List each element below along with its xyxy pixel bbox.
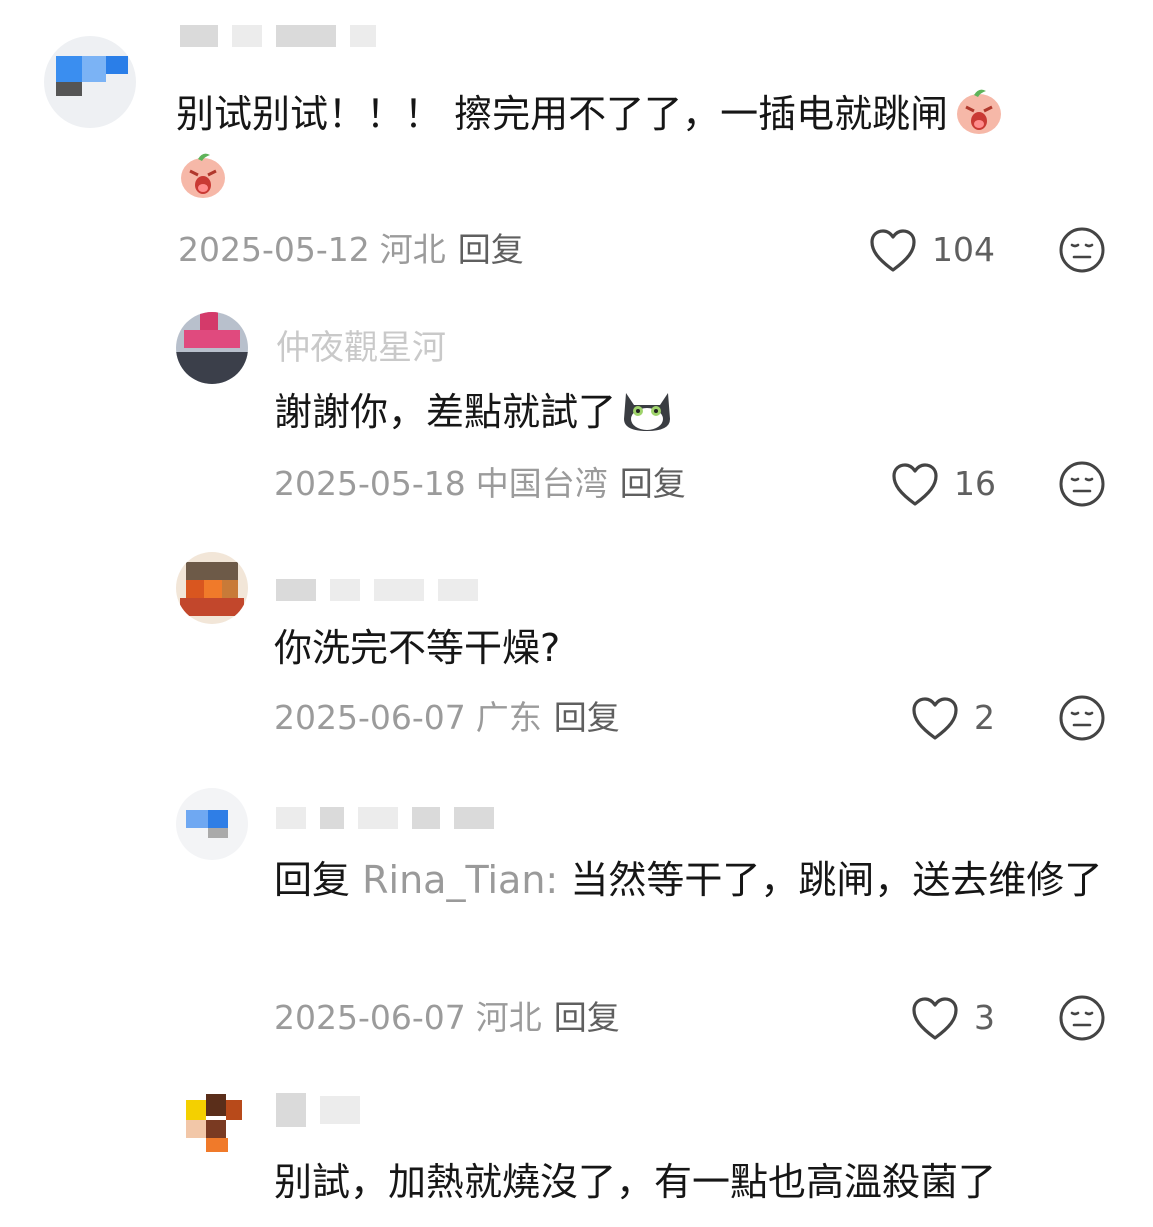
comment-text: 别试别试！！！ 擦完用不了了，一插电就跳闸 [176, 82, 1106, 210]
avatar[interactable] [176, 312, 248, 384]
comment-region: 河北 [475, 998, 542, 1037]
heart-outline-icon [912, 697, 958, 740]
reply-button[interactable]: 回复 [458, 230, 524, 269]
comment-text: 回复 Rina_Tian: 当然等干了，跳闸，送去维修了 [274, 858, 1103, 902]
avatar[interactable] [176, 788, 248, 860]
avatar[interactable] [176, 552, 248, 624]
avatar[interactable] [44, 36, 136, 128]
username[interactable] [180, 12, 390, 56]
like-button[interactable] [910, 694, 960, 744]
heart-outline-icon [912, 997, 958, 1040]
reply-target-user[interactable]: Rina_Tian: [362, 858, 558, 902]
comment-region: 中国台湾 [475, 464, 608, 503]
username[interactable] [276, 1086, 374, 1130]
dislike-button[interactable] [1058, 460, 1106, 508]
comment-thread: 别试别试！！！ 擦完用不了了，一插电就跳闸 2025-05-12 河北 回复 104… [0, 0, 1153, 1227]
reply-button[interactable]: 回复 [620, 464, 686, 503]
like-count: 3 [974, 998, 995, 1037]
reply-button[interactable]: 回复 [554, 698, 620, 737]
comment-region: 河北 [379, 230, 446, 269]
comment-date: 2025-06-07 [274, 698, 466, 737]
heart-outline-icon [892, 463, 938, 506]
like-button[interactable] [910, 994, 960, 1044]
crying-peach-emoji [952, 83, 1006, 137]
dislike-button[interactable] [1058, 994, 1106, 1042]
dislike-button[interactable] [1058, 226, 1106, 274]
like-count: 2 [974, 698, 995, 737]
comment-meta: 2025-06-07 河北 回复 [274, 996, 620, 1040]
like-button[interactable] [868, 226, 918, 276]
like-button[interactable] [890, 460, 940, 510]
dislike-button[interactable] [1058, 694, 1106, 742]
neutral-face-icon [1059, 227, 1105, 273]
comment-region: 广东 [475, 698, 542, 737]
comment-date: 2025-06-07 [274, 998, 466, 1037]
crying-peach-emoji [176, 147, 230, 201]
comment-text: 你洗完不等干燥? [274, 626, 561, 670]
neutral-face-icon [1059, 995, 1105, 1041]
comment-meta: 2025-05-18 中国台湾 回复 [274, 462, 686, 506]
cat-emoji [620, 381, 674, 435]
comment-meta: 2025-05-12 河北 回复 [178, 228, 524, 272]
comment-meta: 2025-06-07 广东 回复 [274, 696, 620, 740]
comment-text: 别試，加熱就燒沒了，有一點也高溫殺菌了 [274, 1160, 997, 1204]
comment-date: 2025-05-18 [274, 464, 466, 503]
reply-item: 回复 Rina_Tian: 当然等干了，跳闸，送去维修了 2025-06-07 河… [0, 772, 1153, 1062]
username[interactable] [276, 566, 492, 610]
like-count: 16 [954, 464, 996, 503]
reply-button[interactable]: 回复 [554, 998, 620, 1037]
heart-outline-icon [870, 229, 916, 272]
neutral-face-icon [1059, 461, 1105, 507]
username[interactable]: 仲夜觀星河 [276, 326, 446, 370]
reply-item: 你洗完不等干燥? 2025-06-07 广东 回复 2 [0, 540, 1153, 760]
avatar[interactable] [176, 1084, 248, 1156]
comment-text: 謝謝你，差點就試了 [274, 380, 1104, 444]
comment-date: 2025-05-12 [178, 230, 370, 269]
reply-item: 仲夜觀星河 謝謝你，差點就試了 2025-05-18 中国台湾 回复 16 [0, 300, 1153, 520]
comment-item: 别试别试！！！ 擦完用不了了，一插电就跳闸 2025-05-12 河北 回复 104 [0, 0, 1153, 290]
neutral-face-icon [1059, 695, 1105, 741]
username[interactable] [276, 794, 508, 838]
reply-item: 别試，加熱就燒沒了，有一點也高溫殺菌了 [0, 1076, 1153, 1227]
like-count: 104 [932, 230, 995, 269]
reply-prefix: 回复 [274, 858, 351, 902]
